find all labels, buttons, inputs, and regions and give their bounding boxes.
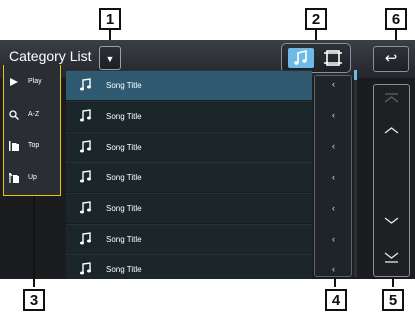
callout-1: 1 <box>99 8 121 30</box>
list-item[interactable]: Song Title <box>66 101 312 131</box>
list-item[interactable]: Song Title <box>66 132 312 162</box>
dropdown-button[interactable]: ▼ <box>99 46 121 70</box>
chevron-left-icon[interactable]: ‹ <box>332 172 335 182</box>
song-title: Song Title <box>106 143 142 152</box>
callout-line-5 <box>392 277 394 287</box>
page-down-button[interactable] <box>374 210 409 230</box>
song-title: Song Title <box>106 265 142 274</box>
play-button[interactable]: Play <box>5 71 57 95</box>
panel-bracket-right <box>60 65 61 196</box>
up-label: Up <box>28 174 37 181</box>
chevron-left-icon[interactable]: ‹ <box>332 234 335 244</box>
caret-down-icon: ▼ <box>105 54 115 64</box>
callout-line-3 <box>33 196 35 287</box>
music-note-icon <box>80 78 91 91</box>
song-title: Song Title <box>106 173 142 182</box>
list-item[interactable]: Song Title <box>66 162 312 192</box>
callout-line-4 <box>334 277 336 287</box>
music-note-icon <box>80 140 91 153</box>
list-item[interactable]: Song Title <box>66 224 312 254</box>
scroll-top-button[interactable] <box>374 89 409 109</box>
music-note-icon <box>80 201 91 214</box>
az-search-button[interactable]: A-Z <box>5 104 57 128</box>
panel-bracket-bottom <box>3 195 61 196</box>
scroll-controls <box>373 84 410 277</box>
chevron-left-icon[interactable]: ‹ <box>332 79 335 89</box>
double-chevron-up-icon <box>384 93 399 103</box>
return-arrow-icon: ↩ <box>384 50 398 67</box>
chevron-left-icon[interactable]: ‹ <box>332 110 335 120</box>
top-button[interactable]: Top <box>5 135 57 159</box>
music-note-icon <box>80 170 91 183</box>
folder-up-icon <box>9 173 19 183</box>
chevron-left-icon[interactable]: ‹ <box>332 141 335 151</box>
page-title: Category List <box>9 48 92 64</box>
play-icon <box>10 78 18 86</box>
callout-3: 3 <box>23 289 45 311</box>
music-note-icon <box>80 232 91 245</box>
music-note-icon <box>80 109 91 122</box>
search-icon <box>9 110 19 120</box>
song-title: Song Title <box>106 81 142 90</box>
callout-6: 6 <box>385 8 407 30</box>
up-button[interactable]: Up <box>5 167 57 191</box>
list-item[interactable]: Song Title <box>66 193 312 223</box>
back-button[interactable]: ↩ <box>373 46 409 72</box>
page-up-button[interactable] <box>374 121 409 141</box>
az-label: A-Z <box>28 111 40 118</box>
chevron-down-icon <box>384 217 399 224</box>
chevron-up-icon <box>384 127 399 134</box>
play-label: Play <box>28 78 42 85</box>
scrollbar-track[interactable] <box>354 70 357 277</box>
folder-top-icon <box>9 141 19 151</box>
callout-2: 2 <box>305 8 327 30</box>
callout-4: 4 <box>325 289 347 311</box>
video-view-button[interactable] <box>320 48 346 68</box>
panel-bracket-left <box>3 65 4 196</box>
list-item[interactable]: Song Title <box>66 254 312 279</box>
list-item[interactable]: Song Title <box>66 70 312 100</box>
music-note-icon <box>294 49 307 65</box>
top-label: Top <box>28 142 40 149</box>
scroll-bottom-button[interactable] <box>374 247 409 267</box>
chevron-left-icon[interactable]: ‹ <box>332 264 335 274</box>
view-switch <box>281 43 351 73</box>
scrollbar-thumb[interactable] <box>354 70 357 80</box>
film-icon <box>324 50 342 66</box>
music-note-icon <box>80 262 91 275</box>
callout-5: 5 <box>382 289 404 311</box>
item-detail-column: ‹ ‹ ‹ ‹ ‹ ‹ ‹ <box>314 75 352 277</box>
music-view-button[interactable] <box>288 48 314 68</box>
chevron-left-icon[interactable]: ‹ <box>332 203 335 213</box>
song-title: Song Title <box>106 204 142 213</box>
double-chevron-down-icon <box>384 252 399 263</box>
song-title: Song Title <box>106 235 142 244</box>
song-title: Song Title <box>106 112 142 121</box>
